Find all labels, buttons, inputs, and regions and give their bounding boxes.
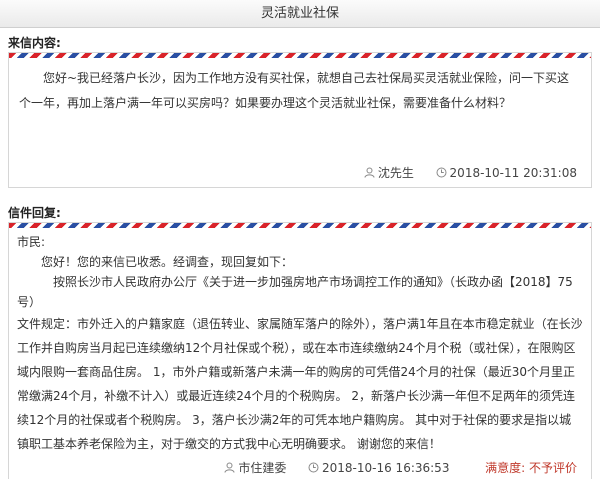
- person-icon: [364, 162, 375, 186]
- reply-greeting: 您好！您的来信已收悉。经调查，现回复如下：: [41, 255, 294, 269]
- letter-meta: 沈先生 2018-10-11 20:31:08: [9, 161, 591, 185]
- letter-body: 您好~我已经落户长沙，因为工作地方没有买社保，就想自己去社保局买灵活就业保险，问…: [19, 71, 570, 110]
- reply-salutation: 市民:: [17, 235, 46, 249]
- rating-label: 满意度:: [485, 461, 526, 475]
- rating-value: 不予评价: [528, 461, 577, 475]
- letter-author: 沈先生: [377, 166, 414, 180]
- reply-meta: 市住建委 2018-10-16 16:36:53 满意度: 不予评价: [9, 456, 591, 479]
- letter-timestamp: 2018-10-11 20:31:08: [449, 166, 577, 180]
- reply-timestamp: 2018-10-16 16:36:53: [322, 461, 450, 475]
- reply-text: 文件规定：市外迁入的户籍家庭（退伍转业、家属随军落户的除外），落户满1年且在本市…: [17, 317, 583, 451]
- person-icon: [224, 457, 235, 479]
- letter-card: 您好~我已经落户长沙，因为工作地方没有买社保，就想自己去社保局买灵活就业保险，问…: [8, 52, 592, 188]
- page-title: 灵活就业社保: [260, 6, 339, 21]
- clock-icon: [436, 162, 447, 186]
- reply-card: 市民: 您好！您的来信已收悉。经调查，现回复如下： 按照长沙市人民政府办公厅《关…: [8, 222, 592, 479]
- page-title-bar: 灵活就业社保: [0, 0, 600, 28]
- reply-reference: 按照长沙市人民政府办公厅《关于进一步加强房地产市场调控工作的通知》（长政办函【2…: [17, 275, 573, 309]
- reply-author: 市住建委: [238, 461, 287, 475]
- letter-section-label: 来信内容:: [8, 36, 61, 50]
- reply-body: 市民: 您好！您的来信已收悉。经调查，现回复如下： 按照长沙市人民政府办公厅《关…: [9, 228, 591, 456]
- reply-section-label: 信件回复:: [8, 206, 61, 220]
- clock-icon: [308, 457, 319, 479]
